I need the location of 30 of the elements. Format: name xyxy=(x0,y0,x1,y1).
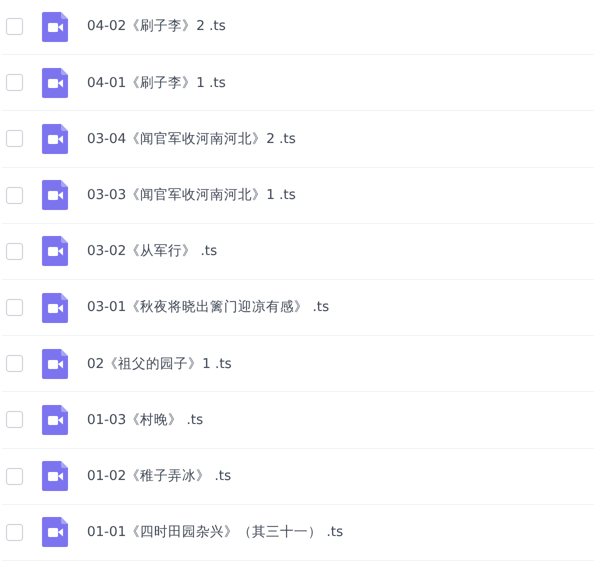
file-name[interactable]: 03-03《闻官军收河南河北》1 .ts xyxy=(87,185,296,206)
video-file-icon xyxy=(42,180,68,210)
video-file-icon xyxy=(42,236,68,266)
file-name[interactable]: 04-02《刷子李》2 .ts xyxy=(87,16,226,37)
video-file-icon xyxy=(42,68,68,98)
video-file-icon xyxy=(42,461,68,492)
checkbox[interactable] xyxy=(6,299,23,316)
video-file-icon xyxy=(42,124,68,154)
checkbox[interactable] xyxy=(6,411,23,428)
file-name[interactable]: 01-01《四时田园杂兴》（其三十一） .ts xyxy=(87,522,344,542)
video-file-icon xyxy=(42,12,68,42)
file-name[interactable]: 01-03《村晚》 .ts xyxy=(87,410,204,430)
video-file-icon xyxy=(42,292,68,323)
video-file-icon xyxy=(42,404,68,435)
file-name[interactable]: 04-01《刷子李》1 .ts xyxy=(87,72,226,93)
file-name[interactable]: 03-04《闻官军收河南河北》2 .ts xyxy=(87,128,296,150)
video-file-icon xyxy=(42,517,68,548)
checkbox[interactable] xyxy=(6,355,23,372)
checkbox[interactable] xyxy=(6,186,23,204)
checkbox[interactable] xyxy=(6,130,23,148)
video-file-icon xyxy=(42,348,68,379)
file-name[interactable]: 01-02《稚子弄冰》 .ts xyxy=(87,466,232,486)
checkbox[interactable] xyxy=(6,524,23,541)
file-name[interactable]: 03-01《秋夜将晓出篱门迎凉有感》 .ts xyxy=(87,297,330,318)
file-name[interactable]: 02《祖父的园子》1 .ts xyxy=(87,354,232,374)
checkbox[interactable] xyxy=(6,242,23,260)
checkbox[interactable] xyxy=(6,74,23,92)
checkbox[interactable] xyxy=(6,18,23,36)
checkbox[interactable] xyxy=(6,468,23,485)
file-name[interactable]: 03-02《从军行》 .ts xyxy=(87,241,218,262)
